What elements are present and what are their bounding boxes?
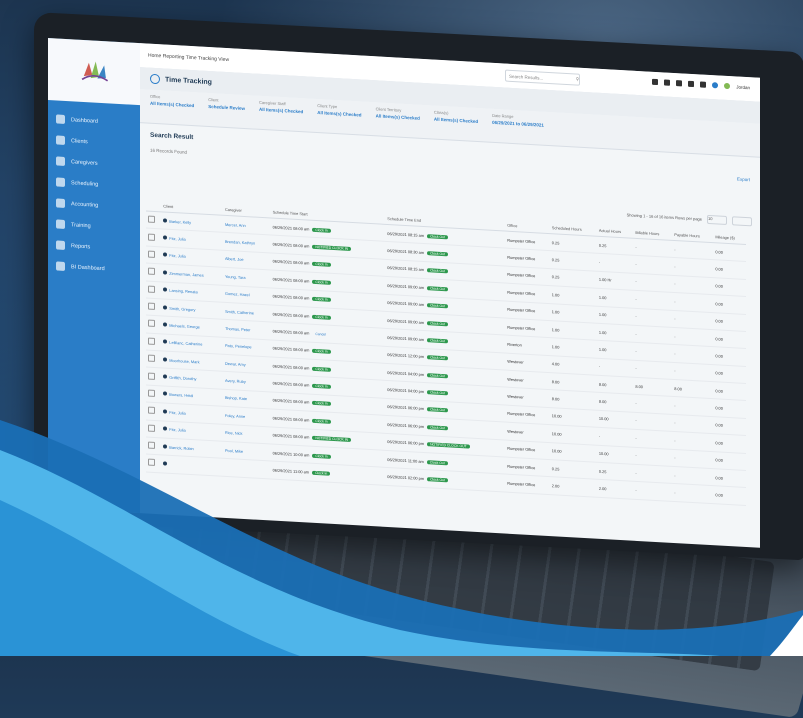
decorative-wave	[0, 420, 803, 656]
